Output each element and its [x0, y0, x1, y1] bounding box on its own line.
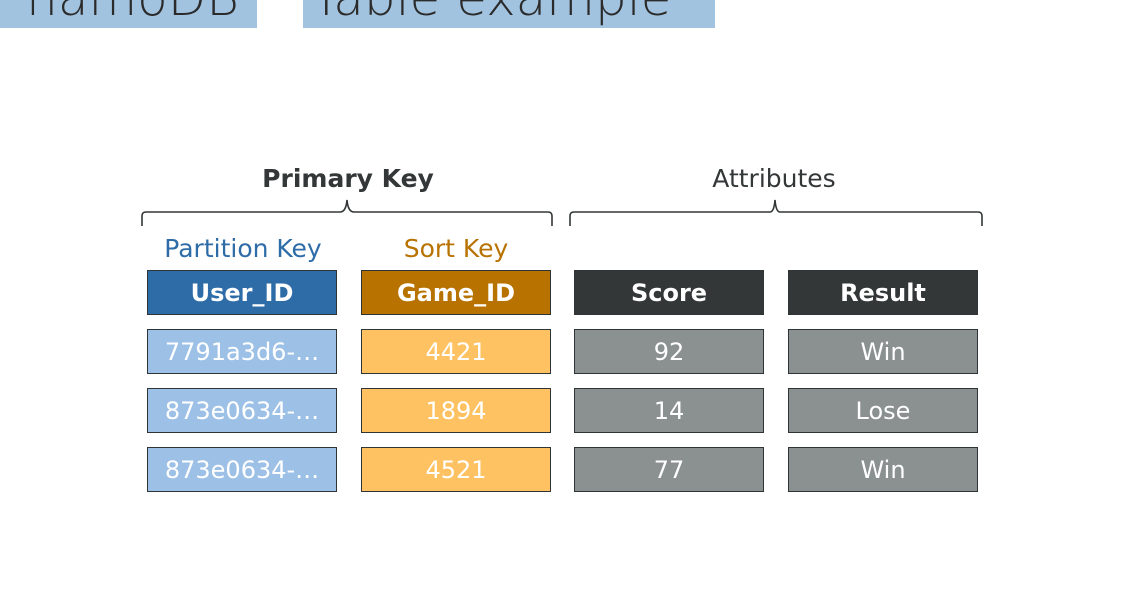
game-id-header: Game_ID	[361, 270, 551, 315]
table-cell: Win	[788, 329, 978, 374]
title-highlight-right: Table example	[303, 0, 715, 28]
table-cell: 14	[574, 388, 764, 433]
table-cell: 92	[574, 329, 764, 374]
table-cell: 7791a3d6-…	[147, 329, 337, 374]
table-cell: 77	[574, 447, 764, 492]
user-id-header: User_ID	[147, 270, 337, 315]
attributes-label: Attributes	[712, 164, 836, 193]
table-cell: Lose	[788, 388, 978, 433]
table-cell: Win	[788, 447, 978, 492]
table-cell: 1894	[361, 388, 551, 433]
primary-key-label: Primary Key	[262, 164, 434, 193]
title-right-fragment: Table example	[311, 0, 671, 23]
result-header: Result	[788, 270, 978, 315]
attributes-brace	[569, 199, 983, 226]
primary-key-brace	[141, 199, 553, 226]
score-header: Score	[574, 270, 764, 315]
table-cell: 4521	[361, 447, 551, 492]
title-highlight-left: namoDB	[0, 0, 257, 28]
sort-key-label: Sort Key	[403, 234, 509, 263]
partition-key-label: Partition Key	[164, 234, 322, 263]
title-left-fragment: namoDB	[26, 0, 239, 23]
table-cell: 873e0634-…	[147, 447, 337, 492]
table-cell: 873e0634-…	[147, 388, 337, 433]
table-cell: 4421	[361, 329, 551, 374]
